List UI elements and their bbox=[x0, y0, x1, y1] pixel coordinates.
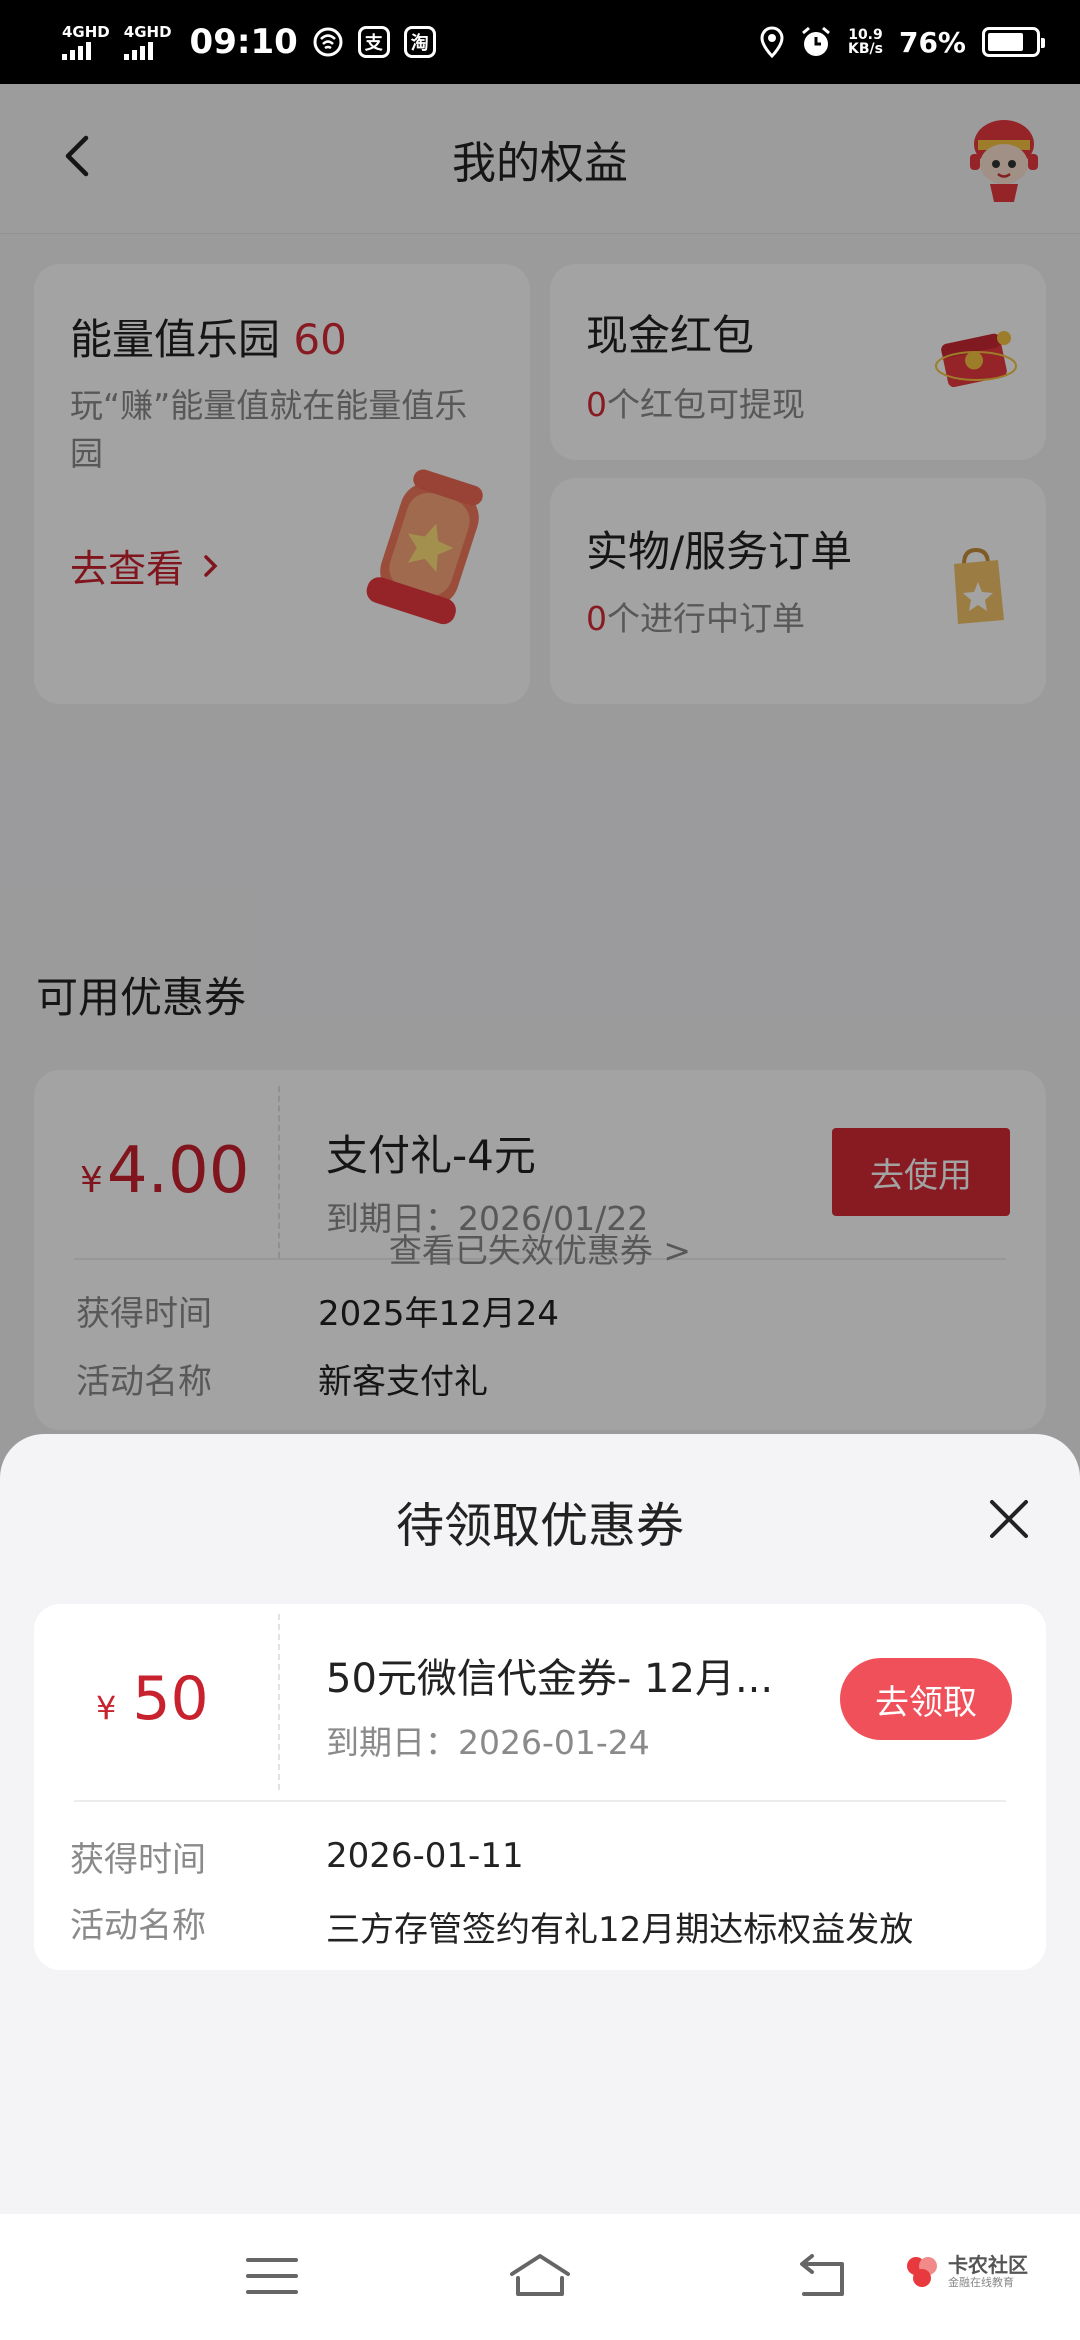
pending-acquired-label: 获得时间 bbox=[70, 1840, 206, 1880]
close-icon[interactable] bbox=[980, 1490, 1038, 1548]
status-bar: 4GHD 4GHD 09:10 支 淘 10.9 KB/s 76% bbox=[0, 0, 1080, 84]
signal-bars-icon bbox=[62, 40, 91, 60]
battery-icon bbox=[982, 27, 1045, 57]
network-label-1: 4GHD bbox=[62, 22, 110, 41]
pending-coupon-currency: ¥ bbox=[96, 1689, 117, 1727]
back-icon[interactable] bbox=[790, 2248, 854, 2304]
hotspot-icon bbox=[313, 27, 343, 57]
network-label-2: 4GHD bbox=[123, 22, 172, 41]
pending-coupon-card: ¥ 50 50元微信代金券- 12月... 到期日：2026-01-24 去领取… bbox=[34, 1604, 1046, 1970]
network-speed-value: 10.9 bbox=[848, 27, 883, 43]
watermark-title: 卡农社区 bbox=[948, 2253, 1028, 2277]
location-icon bbox=[760, 26, 784, 58]
signal-bars-icon bbox=[123, 40, 153, 60]
pending-coupon-price: ¥ 50 bbox=[96, 1664, 209, 1734]
pending-coupon-name: 50元微信代金券- 12月... bbox=[326, 1656, 774, 1702]
watermark-subtitle: 金融在线教育 bbox=[948, 2276, 1014, 2289]
pending-acquired-value: 2026-01-11 bbox=[326, 1836, 524, 1876]
pending-coupon-expiry: 到期日：2026-01-24 bbox=[326, 1723, 650, 1762]
alipay-icon: 支 bbox=[357, 26, 390, 58]
signal-1: 4GHD bbox=[62, 22, 110, 60]
signal-2: 4GHD bbox=[123, 22, 172, 60]
watermark: 卡农社区 金融在线教育 bbox=[904, 2254, 1028, 2290]
pending-coupons-sheet: 待领取优惠券 ¥ 50 50元微信代金券- 12月... 到期日：2026-01… bbox=[0, 1434, 1080, 2214]
pending-coupon-amount: 50 bbox=[132, 1664, 209, 1734]
claim-coupon-button[interactable]: 去领取 bbox=[840, 1658, 1012, 1740]
pending-coupon-divider bbox=[278, 1614, 280, 1790]
menu-icon[interactable] bbox=[240, 2248, 304, 2304]
taobao-icon: 淘 bbox=[403, 26, 436, 58]
network-speed: 10.9 KB/s bbox=[848, 28, 883, 56]
pending-activity-value: 三方存管签约有礼12月期达标权益发放 bbox=[326, 1910, 914, 1950]
pending-coupon-divider-horizontal bbox=[74, 1800, 1006, 1802]
watermark-logo-icon bbox=[907, 2257, 937, 2287]
clock: 09:10 bbox=[189, 22, 298, 62]
alarm-icon bbox=[802, 26, 830, 56]
network-speed-unit: KB/s bbox=[848, 41, 883, 57]
system-nav-bar: 卡农社区 金融在线教育 bbox=[0, 2214, 1080, 2340]
pending-activity-label: 活动名称 bbox=[70, 1906, 206, 1946]
home-icon[interactable] bbox=[504, 2248, 576, 2304]
sheet-title: 待领取优惠券 bbox=[395, 1498, 684, 1554]
battery-percent: 76% bbox=[898, 25, 966, 59]
